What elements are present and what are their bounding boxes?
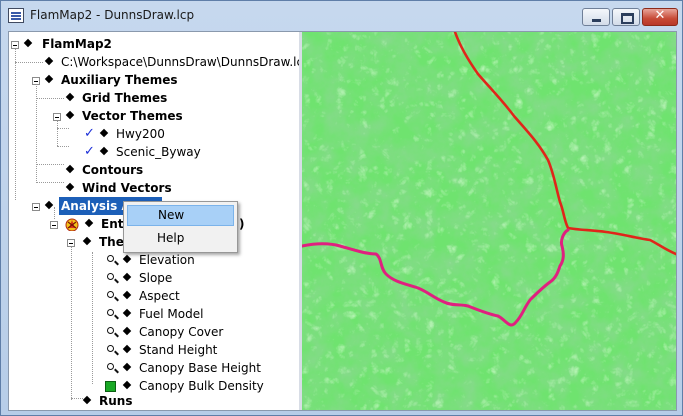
tree-line bbox=[36, 98, 64, 99]
tree-line bbox=[15, 44, 16, 200]
tree-line bbox=[36, 182, 64, 183]
fire-icon bbox=[65, 218, 79, 231]
maximize-button[interactable] bbox=[612, 8, 640, 26]
node-icon bbox=[23, 38, 33, 48]
collapse-toggle[interactable] bbox=[53, 113, 61, 121]
close-icon: ✕ bbox=[654, 8, 666, 23]
node-icon bbox=[122, 362, 132, 372]
node-icon bbox=[122, 272, 132, 282]
node-icon bbox=[122, 380, 132, 390]
map-terrain-highlights bbox=[302, 32, 676, 410]
checkmark-icon[interactable]: ✓ bbox=[84, 143, 95, 161]
app-icon bbox=[8, 8, 24, 23]
node-icon bbox=[122, 308, 132, 318]
node-icon bbox=[122, 254, 132, 264]
node-icon bbox=[99, 146, 109, 156]
node-icon bbox=[99, 128, 109, 138]
menu-item-help[interactable]: Help bbox=[127, 228, 234, 249]
app-window: FlamMap2 - DunnsDraw.lcp ✕ FlamMap2 C:\W… bbox=[0, 0, 683, 416]
active-theme-icon bbox=[105, 381, 116, 392]
tree-line bbox=[57, 146, 69, 147]
minimize-button[interactable] bbox=[582, 8, 610, 26]
client-area: FlamMap2 C:\Workspace\DunnsDraw\DunnsDra… bbox=[8, 31, 677, 411]
tree-line bbox=[71, 398, 83, 399]
checkmark-icon[interactable]: ✓ bbox=[84, 125, 95, 143]
collapse-toggle[interactable] bbox=[11, 41, 19, 49]
magnifier-icon bbox=[107, 345, 114, 352]
window-title: FlamMap2 - DunnsDraw.lcp bbox=[30, 8, 195, 22]
magnifier-icon bbox=[107, 327, 114, 334]
magnifier-icon bbox=[107, 309, 114, 316]
magnifier-icon bbox=[107, 255, 114, 262]
node-icon bbox=[44, 74, 54, 84]
tree-line bbox=[36, 164, 64, 165]
tree-line bbox=[15, 62, 43, 63]
node-icon bbox=[84, 218, 94, 228]
collapse-toggle[interactable] bbox=[67, 239, 75, 247]
node-icon bbox=[82, 395, 92, 405]
terrain-map-icon bbox=[302, 32, 676, 410]
node-icon bbox=[65, 92, 75, 102]
node-icon bbox=[82, 236, 92, 246]
node-icon bbox=[122, 290, 132, 300]
tree-line bbox=[92, 252, 93, 384]
collapse-toggle[interactable] bbox=[32, 77, 40, 85]
node-icon bbox=[44, 200, 54, 210]
context-menu: New Help bbox=[123, 201, 238, 253]
node-icon bbox=[65, 182, 75, 192]
tree-line bbox=[36, 80, 37, 181]
magnifier-icon bbox=[107, 363, 114, 370]
node-icon bbox=[122, 326, 132, 336]
tree-line bbox=[54, 207, 55, 219]
collapse-toggle[interactable] bbox=[32, 203, 40, 211]
node-icon bbox=[65, 110, 75, 120]
node-icon bbox=[65, 164, 75, 174]
map-view[interactable] bbox=[302, 32, 676, 410]
node-icon bbox=[44, 56, 54, 66]
tree-line bbox=[57, 128, 69, 129]
magnifier-icon bbox=[107, 291, 114, 298]
magnifier-icon bbox=[107, 273, 114, 280]
menu-item-new[interactable]: New bbox=[127, 205, 234, 226]
close-button[interactable]: ✕ bbox=[642, 8, 678, 26]
node-icon bbox=[122, 344, 132, 354]
collapse-toggle[interactable] bbox=[50, 221, 58, 229]
title-bar[interactable]: FlamMap2 - DunnsDraw.lcp ✕ bbox=[1, 1, 682, 31]
tree-line bbox=[71, 242, 72, 400]
